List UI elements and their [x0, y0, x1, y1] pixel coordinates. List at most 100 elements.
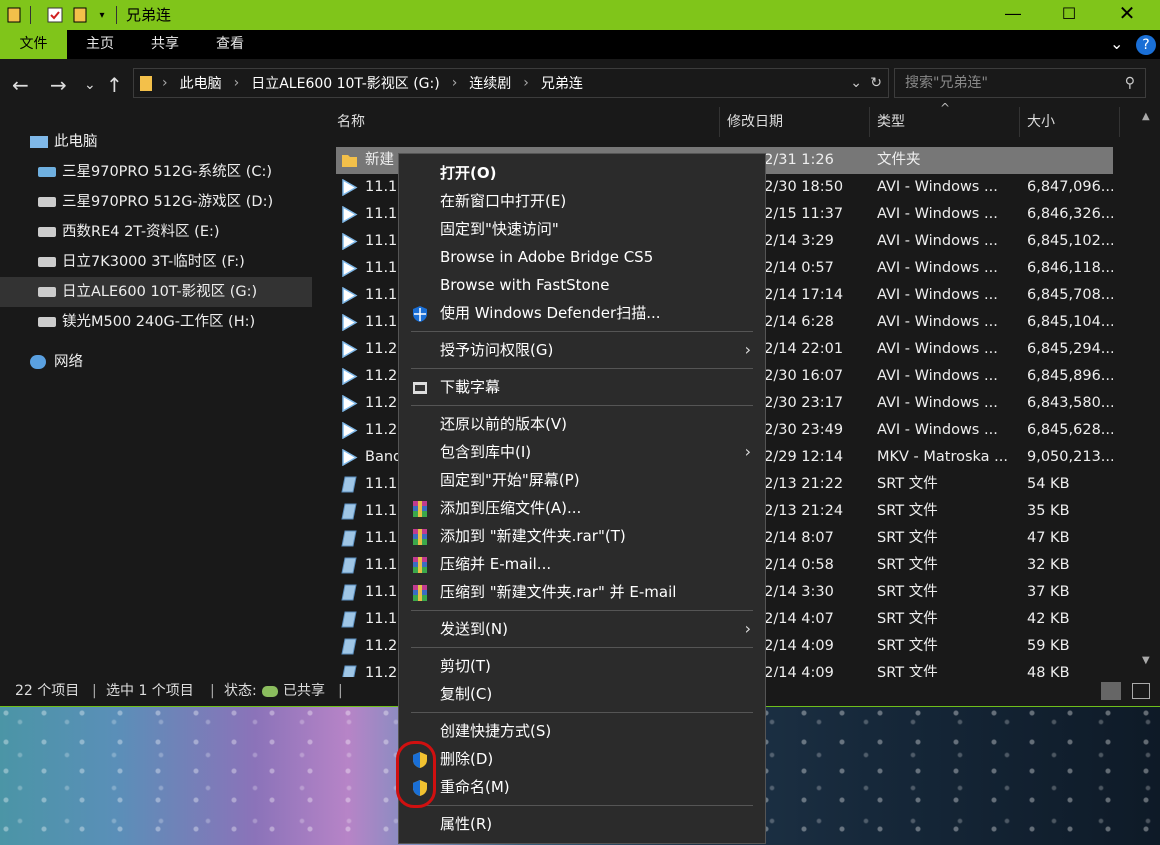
file-size: 6,845,104...: [1027, 314, 1113, 330]
menu-item[interactable]: 重命名(M): [399, 773, 765, 801]
menu-item[interactable]: 下載字幕: [399, 373, 765, 401]
refresh-icon[interactable]: ↻: [870, 75, 882, 91]
file-size: 37 KB: [1027, 584, 1070, 600]
maximize-button[interactable]: ☐: [1046, 0, 1092, 26]
quick-access-dropdown-icon[interactable]: ▾: [96, 4, 108, 26]
scroll-down-icon[interactable]: ▼: [1142, 655, 1150, 666]
video-file-icon: [341, 394, 358, 413]
menu-item[interactable]: 发送到(N) ›: [399, 615, 765, 643]
menu-item-label: 还原以前的版本(V): [440, 415, 567, 433]
menu-item[interactable]: 在新窗口中打开(E): [399, 187, 765, 215]
back-icon[interactable]: ←: [12, 73, 29, 97]
nav-drive-f[interactable]: 日立7K3000 3T-临时区 (F:): [0, 247, 310, 277]
new-folder-icon[interactable]: [72, 4, 88, 26]
large-icons-view-icon[interactable]: [1132, 683, 1150, 699]
menu-item[interactable]: 添加到 "新建文件夹.rar"(T): [399, 522, 765, 550]
address-dropdown-icon[interactable]: ⌄: [850, 75, 862, 91]
menu-item[interactable]: 剪切(T): [399, 652, 765, 680]
nav-this-pc[interactable]: 此电脑: [0, 127, 310, 157]
menu-item-label: 重命名(M): [440, 778, 510, 796]
column-date[interactable]: 修改日期: [720, 107, 870, 137]
tab-view[interactable]: 查看: [201, 30, 259, 59]
video-file-icon: [341, 259, 358, 278]
search-input[interactable]: 搜索"兄弟连" ⚲: [894, 68, 1146, 98]
folder-icon: [6, 4, 22, 26]
network-icon: [30, 355, 46, 369]
close-button[interactable]: ✕: [1104, 0, 1150, 26]
menu-item[interactable]: Browse in Adobe Bridge CS5: [399, 243, 765, 271]
subtitle-file-icon: [341, 557, 358, 574]
minimize-button[interactable]: ―: [990, 0, 1036, 26]
menu-item[interactable]: 打开(O): [399, 159, 765, 187]
search-icon: ⚲: [1124, 75, 1135, 91]
breadcrumb-current[interactable]: 兄弟连: [541, 73, 583, 93]
file-size: 6,846,326...: [1027, 206, 1113, 222]
title-bar: ▾ 兄弟连 ― ☐ ✕: [0, 0, 1160, 30]
menu-item[interactable]: 复制(C): [399, 680, 765, 708]
file-date: /12/30 16:07: [750, 368, 844, 384]
help-icon[interactable]: ?: [1136, 35, 1156, 55]
menu-item[interactable]: 属性(R): [399, 810, 765, 838]
forward-icon[interactable]: →: [50, 73, 67, 97]
file-size: 6,845,708...: [1027, 287, 1113, 303]
file-date: /12/14 0:57: [750, 260, 834, 276]
scroll-up-icon[interactable]: ▲: [1142, 111, 1150, 122]
drive-icon: [38, 287, 56, 297]
menu-item[interactable]: 使用 Windows Defender扫描...: [399, 299, 765, 327]
file-date: /12/30 23:49: [750, 422, 844, 438]
column-size[interactable]: 大小: [1020, 107, 1120, 137]
recent-locations-icon[interactable]: ⌄: [84, 77, 96, 93]
nav-network[interactable]: 网络: [0, 347, 310, 377]
breadcrumb-series[interactable]: 连续剧: [469, 73, 511, 93]
nav-drive-c[interactable]: 三星970PRO 512G-系统区 (C:): [0, 157, 310, 187]
details-view-icon[interactable]: [1101, 682, 1121, 700]
folder-icon: [341, 152, 358, 169]
file-date: /12/13 21:24: [750, 503, 844, 519]
nav-drive-g[interactable]: 日立ALE600 10T-影视区 (G:): [0, 277, 312, 307]
status-separator: |: [92, 683, 97, 699]
video-file-icon: [341, 421, 358, 440]
column-name[interactable]: 名称: [330, 107, 720, 137]
winrar-icon: [411, 499, 429, 517]
menu-separator: [411, 331, 753, 332]
up-icon[interactable]: ↑: [106, 73, 123, 97]
nav-drive-e[interactable]: 西数RE4 2T-资料区 (E:): [0, 217, 310, 247]
tab-file[interactable]: 文件: [0, 30, 67, 59]
video-file-icon: [341, 448, 358, 467]
window-title: 兄弟连: [126, 6, 172, 24]
file-type: AVI - Windows ...: [877, 179, 998, 195]
nav-label: 三星970PRO 512G-系统区 (C:): [62, 164, 273, 180]
breadcrumb-drive-g[interactable]: 日立ALE600 10T-影视区 (G:): [251, 73, 439, 93]
nav-drive-d[interactable]: 三星970PRO 512G-游戏区 (D:): [0, 187, 310, 217]
menu-item[interactable]: 压缩并 E-mail...: [399, 550, 765, 578]
menu-item[interactable]: 创建快捷方式(S): [399, 717, 765, 745]
menu-item-label: 包含到库中(I): [440, 443, 532, 461]
menu-item[interactable]: 包含到库中(I) ›: [399, 438, 765, 466]
tab-share[interactable]: 共享: [136, 30, 194, 59]
breadcrumb-this-pc[interactable]: 此电脑: [180, 73, 222, 93]
menu-item[interactable]: 固定到"快速访问": [399, 215, 765, 243]
menu-item[interactable]: 删除(D): [399, 745, 765, 773]
menu-item[interactable]: 压缩到 "新建文件夹.rar" 并 E-mail: [399, 578, 765, 606]
file-type: AVI - Windows ...: [877, 260, 998, 276]
address-bar[interactable]: › 此电脑 › 日立ALE600 10T-影视区 (G:) › 连续剧 › 兄弟…: [133, 68, 889, 98]
file-date: /12/14 4:09: [750, 638, 834, 654]
subtitle-icon: [411, 378, 429, 396]
nav-label: 西数RE4 2T-资料区 (E:): [62, 224, 220, 240]
expand-ribbon-icon[interactable]: ⌄: [1110, 34, 1123, 53]
file-type: SRT 文件: [877, 611, 938, 627]
tab-home[interactable]: 主页: [71, 30, 129, 59]
menu-item-label: 压缩并 E-mail...: [440, 555, 552, 573]
properties-icon[interactable]: [46, 4, 64, 26]
vertical-scrollbar[interactable]: ▲ ▼: [1136, 107, 1160, 677]
file-size: 9,050,213...: [1027, 449, 1113, 465]
menu-item[interactable]: 固定到"开始"屏幕(P): [399, 466, 765, 494]
menu-item-label: 打开(O): [440, 164, 497, 182]
nav-label: 日立ALE600 10T-影视区 (G:): [62, 284, 258, 300]
menu-item[interactable]: 添加到压缩文件(A)...: [399, 494, 765, 522]
menu-item[interactable]: 授予访问权限(G) ›: [399, 336, 765, 364]
nav-drive-h[interactable]: 镁光M500 240G-工作区 (H:): [0, 307, 310, 337]
menu-item[interactable]: 还原以前的版本(V): [399, 410, 765, 438]
file-size: 35 KB: [1027, 503, 1070, 519]
menu-item[interactable]: Browse with FastStone: [399, 271, 765, 299]
